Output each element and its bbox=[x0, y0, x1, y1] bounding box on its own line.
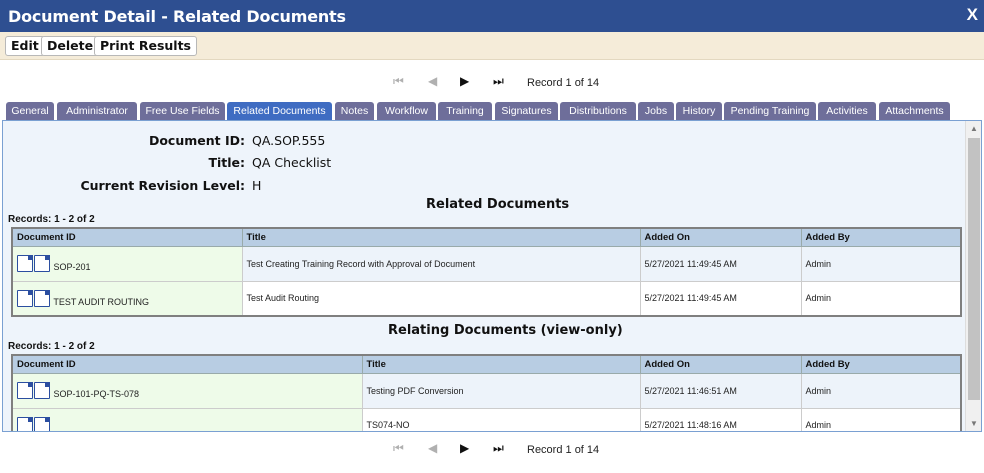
added-by-cell: Admin bbox=[800, 280, 962, 317]
title-label: Title: bbox=[208, 155, 245, 170]
title-cell: Testing PDF Conversion bbox=[361, 372, 641, 409]
added-by-cell: Admin bbox=[800, 407, 962, 431]
column-header[interactable]: Added By bbox=[800, 227, 962, 247]
document-id-cell bbox=[11, 407, 363, 431]
view-document-icon[interactable] bbox=[17, 382, 33, 399]
document-id-link[interactable]: TEST AUDIT ROUTING bbox=[53, 297, 149, 307]
window-title: Document Detail - Related Documents bbox=[8, 7, 346, 26]
tab-attachments[interactable]: Attachments bbox=[879, 102, 950, 120]
view-document-icon[interactable] bbox=[17, 255, 33, 272]
edit-button[interactable]: Edit bbox=[5, 36, 45, 56]
table-header-row: Document ID Title Added On Added By bbox=[11, 227, 962, 247]
column-header[interactable]: Document ID bbox=[11, 227, 243, 247]
document-info-icon[interactable] bbox=[34, 416, 50, 431]
title-cell: Test Audit Routing bbox=[241, 280, 641, 317]
first-record-icon[interactable]: ⏮ bbox=[393, 441, 404, 456]
next-record-icon[interactable]: ▶ bbox=[460, 441, 469, 455]
column-header[interactable]: Title bbox=[361, 354, 641, 374]
title-cell: TS074-NO bbox=[361, 407, 641, 431]
record-counter: Record 1 of 14 bbox=[527, 77, 600, 89]
document-id-cell: TEST AUDIT ROUTING bbox=[11, 280, 243, 317]
related-documents-heading: Related Documents bbox=[426, 197, 570, 212]
document-info-icon[interactable] bbox=[34, 382, 50, 399]
revision-level-value: H bbox=[252, 178, 262, 193]
vertical-scrollbar[interactable]: ▲ ▼ bbox=[965, 121, 981, 431]
document-id-link[interactable]: SOP-101-PQ-TS-078 bbox=[54, 389, 140, 399]
previous-record-icon[interactable]: ◀ bbox=[428, 441, 437, 455]
table-row: TS074-NO 5/27/2021 11:48:16 AM Admin bbox=[11, 407, 962, 431]
view-document-icon[interactable] bbox=[17, 416, 33, 431]
added-by-cell: Admin bbox=[800, 245, 962, 282]
next-record-icon[interactable]: ▶ bbox=[460, 74, 469, 88]
first-record-icon[interactable]: ⏮ bbox=[393, 74, 404, 89]
document-id-cell: SOP-201 bbox=[11, 245, 243, 282]
table-row: TEST AUDIT ROUTING Test Audit Routing 5/… bbox=[11, 280, 962, 317]
tab-pending-training[interactable]: Pending Training bbox=[724, 102, 816, 120]
tab-general[interactable]: General bbox=[6, 102, 54, 120]
relating-documents-table: Document ID Title Added On Added By SOP-… bbox=[11, 354, 962, 431]
relating-documents-heading: Relating Documents (view-only) bbox=[388, 323, 623, 338]
added-on-cell: 5/27/2021 11:48:16 AM bbox=[639, 407, 802, 431]
delete-button[interactable]: Delete bbox=[41, 36, 100, 56]
column-header[interactable]: Added On bbox=[639, 227, 802, 247]
last-record-icon[interactable]: ⏭ bbox=[493, 74, 504, 89]
added-on-cell: 5/27/2021 11:46:51 AM bbox=[639, 372, 802, 409]
window-titlebar: Document Detail - Related Documents X bbox=[0, 0, 984, 32]
related-documents-table: Document ID Title Added On Added By SOP-… bbox=[11, 227, 962, 317]
print-results-button[interactable]: Print Results bbox=[94, 36, 197, 56]
added-on-cell: 5/27/2021 11:49:45 AM bbox=[639, 280, 802, 317]
related-documents-panel: Document ID: QA.SOP.555 Title: QA Checkl… bbox=[2, 120, 982, 432]
added-by-cell: Admin bbox=[800, 372, 962, 409]
document-id-value: QA.SOP.555 bbox=[252, 133, 326, 148]
tab-history[interactable]: History bbox=[676, 102, 722, 120]
document-info-icon[interactable] bbox=[34, 289, 50, 307]
document-id-cell: SOP-101-PQ-TS-078 bbox=[11, 372, 363, 409]
document-id-link[interactable]: SOP-201 bbox=[54, 262, 91, 272]
title-value: QA Checklist bbox=[252, 155, 332, 170]
tab-workflow[interactable]: Workflow bbox=[377, 102, 436, 120]
column-header[interactable]: Added By bbox=[800, 354, 962, 374]
column-header[interactable]: Title bbox=[241, 227, 641, 247]
tab-notes[interactable]: Notes bbox=[335, 102, 374, 120]
related-records-count: Records: 1 - 2 of 2 bbox=[8, 214, 95, 225]
document-info-icon[interactable] bbox=[34, 255, 50, 272]
column-header[interactable]: Document ID bbox=[11, 354, 363, 374]
tab-jobs[interactable]: Jobs bbox=[638, 102, 674, 120]
table-header-row: Document ID Title Added On Added By bbox=[11, 354, 962, 374]
previous-record-icon[interactable]: ◀ bbox=[428, 74, 437, 88]
table-row: SOP-201 Test Creating Training Record wi… bbox=[11, 245, 962, 282]
tab-signatures[interactable]: Signatures bbox=[495, 102, 558, 120]
record-navigation-top: ⏮ ◀ ▶ ⏭ Record 1 of 14 bbox=[0, 74, 984, 94]
tab-training[interactable]: Training bbox=[438, 102, 492, 120]
last-record-icon[interactable]: ⏭ bbox=[493, 441, 504, 456]
title-cell: Test Creating Training Record with Appro… bbox=[241, 245, 641, 282]
relating-records-count: Records: 1 - 2 of 2 bbox=[8, 341, 95, 352]
document-id-label: Document ID: bbox=[148, 133, 245, 148]
close-icon[interactable]: X bbox=[967, 5, 978, 25]
record-counter: Record 1 of 14 bbox=[527, 444, 600, 456]
scrollbar-thumb[interactable] bbox=[968, 138, 980, 400]
scroll-up-icon[interactable]: ▲ bbox=[966, 124, 981, 133]
revision-level-label: Current Revision Level: bbox=[80, 178, 245, 193]
tab-administrator[interactable]: Administrator bbox=[57, 102, 137, 120]
table-row: SOP-101-PQ-TS-078 Testing PDF Conversion… bbox=[11, 372, 962, 409]
added-on-cell: 5/27/2021 11:49:45 AM bbox=[639, 245, 802, 282]
scroll-down-icon[interactable]: ▼ bbox=[966, 419, 981, 428]
tab-related-documents[interactable]: Related Documents bbox=[227, 102, 332, 120]
column-header[interactable]: Added On bbox=[639, 354, 802, 374]
view-document-icon[interactable] bbox=[17, 289, 33, 307]
tab-free-use-fields[interactable]: Free Use Fields bbox=[140, 102, 225, 120]
record-navigation-bottom: ⏮ ◀ ▶ ⏭ Record 1 of 14 bbox=[0, 441, 984, 461]
tab-distributions[interactable]: Distributions bbox=[560, 102, 636, 120]
toolbar: Edit Delete Print Results bbox=[0, 32, 984, 60]
tab-activities[interactable]: Activities bbox=[818, 102, 876, 120]
